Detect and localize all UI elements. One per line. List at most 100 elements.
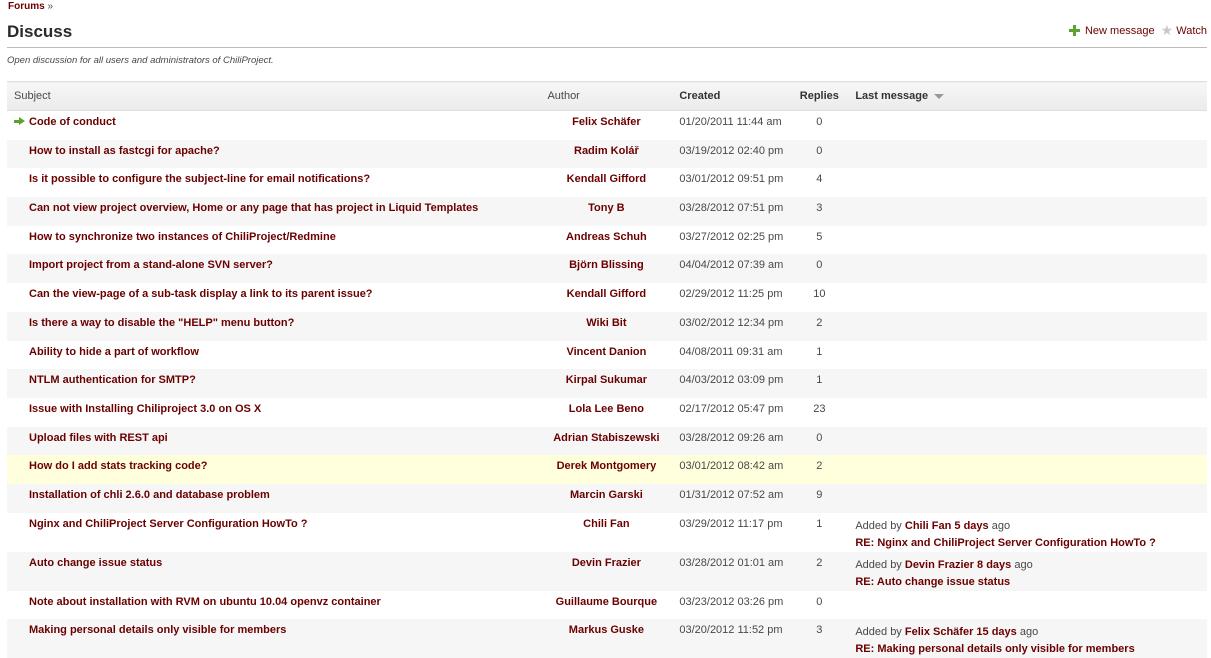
topic-replies-cell: 2 (790, 551, 849, 591)
topic-subject-cell: Can the view-page of a sub-task display … (7, 283, 541, 312)
topic-author-link[interactable]: Markus Guske (569, 624, 644, 636)
new-message-link[interactable]: New message (1085, 25, 1155, 37)
topic-subject-link[interactable]: How to synchronize two instances of Chil… (29, 231, 336, 243)
topic-replies-cell: 1 (790, 340, 849, 370)
topic-subject-cell: Ability to hide a part of workflow (7, 340, 541, 370)
column-header-subject: Subject (7, 81, 541, 111)
column-header-replies-label[interactable]: Replies (800, 90, 839, 102)
topic-author-link[interactable]: Derek Montgomery (557, 460, 657, 472)
topic-created-date: 03/28/2012 07:51 pm (679, 202, 784, 215)
last-message-age-link[interactable]: 5 days (954, 520, 988, 532)
topic-last-message-cell (848, 426, 1207, 456)
table-row: Ability to hide a part of workflow Vincen… (7, 340, 1207, 370)
topic-last-message-cell (848, 283, 1207, 312)
topic-subject-cell: Note about installation with RVM on ubun… (7, 590, 541, 620)
column-header-last-message[interactable]: Last message (848, 81, 1207, 111)
board-description: Open discussion for all users and admini… (7, 55, 274, 66)
topic-reply-count: 5 (816, 230, 823, 243)
topic-subject-cell: Auto change issue status (7, 551, 541, 591)
topic-author-link[interactable]: Lola Lee Beno (569, 403, 644, 415)
topic-reply-count: 3 (816, 624, 823, 637)
topic-subject-link[interactable]: Code of conduct (29, 116, 116, 128)
topic-subject-link[interactable]: NTLM authentication for SMTP? (29, 374, 196, 386)
topic-author-cell: Wiki Bit (540, 311, 673, 341)
topic-created-cell: 02/17/2012 05:47 pm (672, 397, 791, 427)
breadcrumb-forums-link[interactable]: Forums (8, 1, 45, 12)
topic-author-link[interactable]: Vincent Danion (566, 346, 646, 358)
last-message-author-link[interactable]: Chili Fan (905, 520, 951, 532)
column-header-created[interactable]: Created (672, 81, 791, 111)
topic-subject-link[interactable]: Is there a way to disable the "HELP" men… (29, 317, 294, 329)
table-row: Issue with Installing Chiliproject 3.0 o… (7, 397, 1207, 427)
topic-created-cell: 03/28/2012 07:51 pm (672, 197, 791, 226)
last-message-age-link[interactable]: 8 days (977, 559, 1011, 571)
topic-author-link[interactable]: Marcin Garski (570, 489, 643, 501)
topic-reply-count: 0 (816, 595, 823, 608)
topic-author-cell: Derek Montgomery (540, 455, 673, 484)
topic-author-link[interactable]: Wiki Bit (586, 317, 626, 329)
last-message-subject-link[interactable]: RE: Auto change issue status (855, 576, 1010, 588)
topic-replies-cell: 3 (790, 197, 849, 226)
table-row: Code of conduct Felix Schäfer 01/20/2011 1… (7, 110, 1207, 140)
topic-created-date: 02/29/2012 11:25 pm (679, 288, 783, 301)
topic-last-message-cell (848, 397, 1207, 427)
topic-last-message-cell (848, 110, 1207, 140)
topic-author-link[interactable]: Felix Schäfer (572, 116, 640, 128)
topic-subject-link[interactable]: Note about installation with RVM on ubun… (29, 596, 381, 608)
topic-author-link[interactable]: Guillaume Bourque (556, 596, 657, 608)
topic-author-link[interactable]: Kendall Gifford (567, 288, 646, 300)
topic-created-date: 03/29/2012 11:17 pm (679, 517, 783, 530)
topic-last-message-cell (848, 311, 1207, 341)
topic-reply-count: 2 (816, 556, 823, 569)
topic-author-link[interactable]: Kirpal Sukumar (566, 374, 647, 386)
topic-created-date: 03/20/2012 11:52 pm (679, 624, 783, 637)
topic-subject-link[interactable]: Import project from a stand-alone SVN se… (29, 259, 273, 271)
topic-author-cell: Björn Blissing (540, 254, 673, 284)
star-icon[interactable]: ★ (1161, 23, 1174, 37)
topic-replies-cell: 23 (790, 397, 849, 427)
last-message-subject-link[interactable]: RE: Nginx and ChiliProject Server Config… (855, 537, 1155, 549)
topic-replies-cell: 10 (790, 283, 849, 312)
topic-subject-link[interactable]: Upload files with REST api (29, 432, 168, 444)
column-header-last-message-label[interactable]: Last message (855, 90, 928, 102)
topic-author-link[interactable]: Radim Kolář (574, 145, 639, 157)
topic-subject-link[interactable]: How to install as fastcgi for apache? (29, 145, 220, 157)
topic-subject-link[interactable]: Can the view-page of a sub-task display … (29, 288, 373, 300)
column-header-created-label[interactable]: Created (679, 90, 720, 102)
topic-author-link[interactable]: Andreas Schuh (566, 231, 647, 243)
topic-subject-link[interactable]: Ability to hide a part of workflow (29, 346, 199, 358)
table-row: Nginx and ChiliProject Server Configurat… (7, 512, 1207, 552)
sticky-topic-icon (14, 117, 25, 126)
topic-subject-link[interactable]: Is it possible to configure the subject-… (29, 173, 370, 185)
topic-subject-link[interactable]: How do I add stats tracking code? (29, 460, 207, 472)
topic-subject-link[interactable]: Can not view project overview, Home or a… (29, 202, 478, 214)
watch-link[interactable]: Watch (1176, 25, 1207, 37)
topic-author-link[interactable]: Chili Fan (583, 518, 629, 530)
add-icon[interactable] (1068, 24, 1081, 37)
column-header-replies[interactable]: Replies (790, 81, 849, 111)
topic-reply-count: 1 (816, 517, 823, 530)
topic-subject-link[interactable]: Installation of chli 2.6.0 and database … (29, 489, 270, 501)
sort-desc-icon[interactable] (934, 93, 945, 99)
topic-subject-cell: Upload files with REST api (7, 426, 541, 456)
topic-author-link[interactable]: Tony B (588, 202, 624, 214)
topic-author-link[interactable]: Devin Frazier (572, 557, 641, 569)
topic-subject-link[interactable]: Issue with Installing Chiliproject 3.0 o… (29, 403, 261, 415)
topic-subject-link[interactable]: Making personal details only visible for… (29, 624, 286, 636)
column-header-author: Author (540, 81, 673, 111)
topic-subject-cell: How to synchronize two instances of Chil… (7, 225, 541, 255)
topic-reply-count: 1 (816, 345, 823, 358)
topic-author-cell: Andreas Schuh (540, 225, 673, 255)
topic-icon-slot (14, 116, 29, 128)
topic-created-date: 03/23/2012 03:26 pm (679, 595, 784, 608)
topic-author-link[interactable]: Adrian Stabiszewski (553, 432, 659, 444)
topic-subject-link[interactable]: Nginx and ChiliProject Server Configurat… (29, 518, 307, 530)
topic-author-link[interactable]: Björn Blissing (569, 259, 644, 271)
topic-replies-cell: 1 (790, 369, 849, 398)
topic-subject-link[interactable]: Auto change issue status (29, 557, 162, 569)
last-message-subject-link[interactable]: RE: Making personal details only visible… (855, 643, 1134, 655)
last-message-author-link[interactable]: Devin Frazier (905, 559, 974, 571)
topic-replies-cell: 0 (790, 426, 849, 456)
topic-author-link[interactable]: Kendall Gifford (567, 173, 646, 185)
table-row: Making personal details only visible for… (7, 619, 1207, 658)
